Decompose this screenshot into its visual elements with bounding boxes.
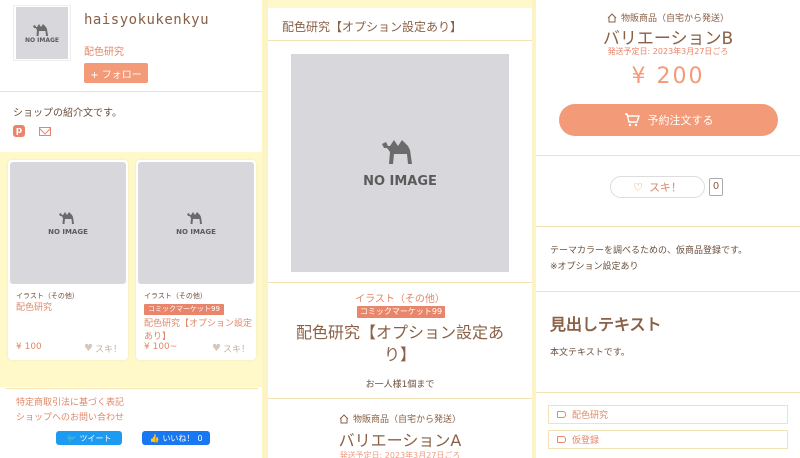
social-links: p — [13, 125, 51, 137]
shop-logo[interactable]: NO IMAGE — [13, 5, 71, 61]
divider — [268, 40, 532, 41]
divider — [536, 392, 800, 393]
ship-date: 発送予定日: 2023年3月27日ごろ — [607, 47, 729, 56]
heart-icon: ♥ — [212, 343, 221, 354]
shop-header: NO IMAGE haisyokukenkyu 配色研究 + フォロー — [0, 0, 264, 92]
description-line: テーマカラーを調べるための、仮商品登録です。 — [550, 246, 748, 256]
shipping-type: 物販商品（自宅から発送） — [536, 11, 800, 24]
price: ¥ 200 — [631, 64, 705, 89]
product-header-title: 配色研究【オプション設定あり】 — [282, 20, 463, 34]
thumbs-up-icon: 👍 — [149, 433, 160, 443]
item-category: イラスト（その他） — [144, 292, 207, 300]
fb-like-count: 0 — [197, 433, 203, 443]
follow-button[interactable]: + フォロー — [84, 63, 148, 83]
item-title[interactable]: 配色研究【オプション設定あり】 — [144, 318, 252, 344]
like-label: スキ！ — [648, 181, 682, 194]
variation-name: バリエーションA — [338, 431, 462, 450]
like-button[interactable]: ♥ スキ！ — [212, 342, 250, 355]
item-price: ¥ 100~ — [144, 342, 178, 352]
camel-icon — [59, 211, 74, 224]
item-card[interactable]: NO IMAGE イラスト（その他） コミックマーケット99 配色研究【オプショ… — [136, 160, 256, 360]
event-badge[interactable]: コミックマーケット99 — [144, 304, 224, 315]
camel-icon — [33, 23, 48, 36]
shipping-label: 物販商品（自宅から発送） — [352, 415, 461, 425]
content-body: 本文テキストです。 — [550, 348, 630, 358]
contact-link[interactable]: ショップへのお問い合わせ — [16, 410, 124, 423]
product-category[interactable]: イラスト（その他） — [268, 290, 532, 305]
no-image-label: NO IMAGE — [48, 227, 88, 236]
product-image[interactable]: NO IMAGE — [291, 54, 509, 272]
product-description: テーマカラーを調べるための、仮商品登録です。 ※オプション設定あり — [550, 243, 747, 275]
twitter-icon: 🐦 — [66, 433, 77, 443]
product-title-line1: 配色研究【オプション設定あ — [295, 323, 504, 342]
pixiv-icon[interactable]: p — [13, 125, 25, 137]
no-image-label: NO IMAGE — [176, 227, 216, 236]
item-card[interactable]: NO IMAGE イラスト（その他） 配色研究 ¥ 100 ♥ スキ！ — [8, 160, 128, 360]
like-label: スキ！ — [222, 345, 250, 355]
content-heading: 見出しテキスト — [550, 315, 662, 334]
shop-footer: 特定商取引法に基づく表記 ショップへのお問い合わせ 🐦 ツイート 👍 いいね！ … — [6, 388, 258, 458]
fb-like-label: いいね！ — [162, 433, 195, 443]
shop-logo-placeholder: NO IMAGE — [16, 7, 68, 59]
mail-icon[interactable] — [39, 126, 51, 136]
home-icon — [339, 413, 349, 423]
like-button[interactable]: ♡ スキ！ — [610, 176, 705, 198]
shop-panel: NO IMAGE haisyokukenkyu 配色研究 + フォロー ショップ… — [0, 0, 264, 458]
event-badge[interactable]: コミックマーケット99 — [357, 306, 445, 318]
no-image-label: NO IMAGE — [24, 36, 60, 44]
facebook-like-button[interactable]: 👍 いいね！ 0 — [142, 431, 210, 445]
tweet-button[interactable]: 🐦 ツイート — [56, 431, 122, 445]
tag-item[interactable]: 配色研究 — [548, 405, 788, 424]
item-image[interactable]: NO IMAGE — [10, 162, 126, 284]
home-icon — [607, 12, 617, 22]
product-title-line2: り】 — [383, 345, 416, 364]
shop-name[interactable]: haisyokukenkyu — [84, 12, 209, 28]
purchase-limit: お一人様1個まで — [365, 380, 435, 390]
cart-icon — [624, 113, 640, 127]
tag-icon — [557, 411, 566, 418]
camel-icon — [187, 211, 202, 224]
tag-label: 配色研究 — [572, 411, 609, 421]
item-category: イラスト（その他） — [16, 292, 79, 300]
top-bar — [268, 0, 532, 8]
product-panel: 配色研究【オプション設定あり】 NO IMAGE イラスト（その他） コミックマ… — [268, 0, 532, 458]
tag-label: 仮登録 — [572, 436, 600, 446]
product-title: 配色研究【オプション設定あ り】 — [268, 322, 532, 366]
divider — [536, 291, 800, 292]
heart-icon: ♥ — [84, 343, 93, 354]
like-count: 0 — [709, 178, 723, 196]
preorder-label: 予約注文する — [647, 114, 714, 127]
preorder-button[interactable]: 予約注文する — [559, 104, 778, 136]
like-label: スキ！ — [94, 345, 122, 355]
shipping-type: 物販商品（自宅から発送） — [268, 412, 532, 425]
heart-icon: ♡ — [633, 180, 643, 194]
item-list: NO IMAGE イラスト（その他） 配色研究 ¥ 100 ♥ スキ！ NO I… — [0, 152, 264, 387]
item-title[interactable]: 配色研究 — [16, 302, 124, 315]
description-line: ※オプション設定あり — [550, 262, 639, 272]
shipping-label: 物販商品（自宅から発送） — [620, 14, 729, 24]
camel-icon — [382, 139, 412, 164]
variation-panel: 物販商品（自宅から発送） バリエーションB 発送予定日: 2023年3月27日ご… — [536, 0, 800, 458]
item-image[interactable]: NO IMAGE — [138, 162, 254, 284]
shop-category[interactable]: 配色研究 — [84, 43, 124, 58]
tag-item[interactable]: 仮登録 — [548, 430, 788, 449]
divider — [536, 155, 800, 156]
tweet-label: ツイート — [79, 433, 112, 443]
tokutei-link[interactable]: 特定商取引法に基づく表記 — [16, 395, 124, 408]
divider — [268, 282, 532, 283]
shop-intro: ショップの紹介文です。 — [13, 108, 122, 119]
ship-date: 発送予定日: 2023年3月27日ごろ — [339, 451, 461, 458]
divider — [536, 226, 800, 227]
divider — [268, 398, 532, 399]
item-price: ¥ 100 — [16, 342, 42, 352]
like-button[interactable]: ♥ スキ！ — [84, 342, 122, 355]
tag-icon — [557, 436, 566, 443]
no-image-label: NO IMAGE — [363, 173, 437, 189]
